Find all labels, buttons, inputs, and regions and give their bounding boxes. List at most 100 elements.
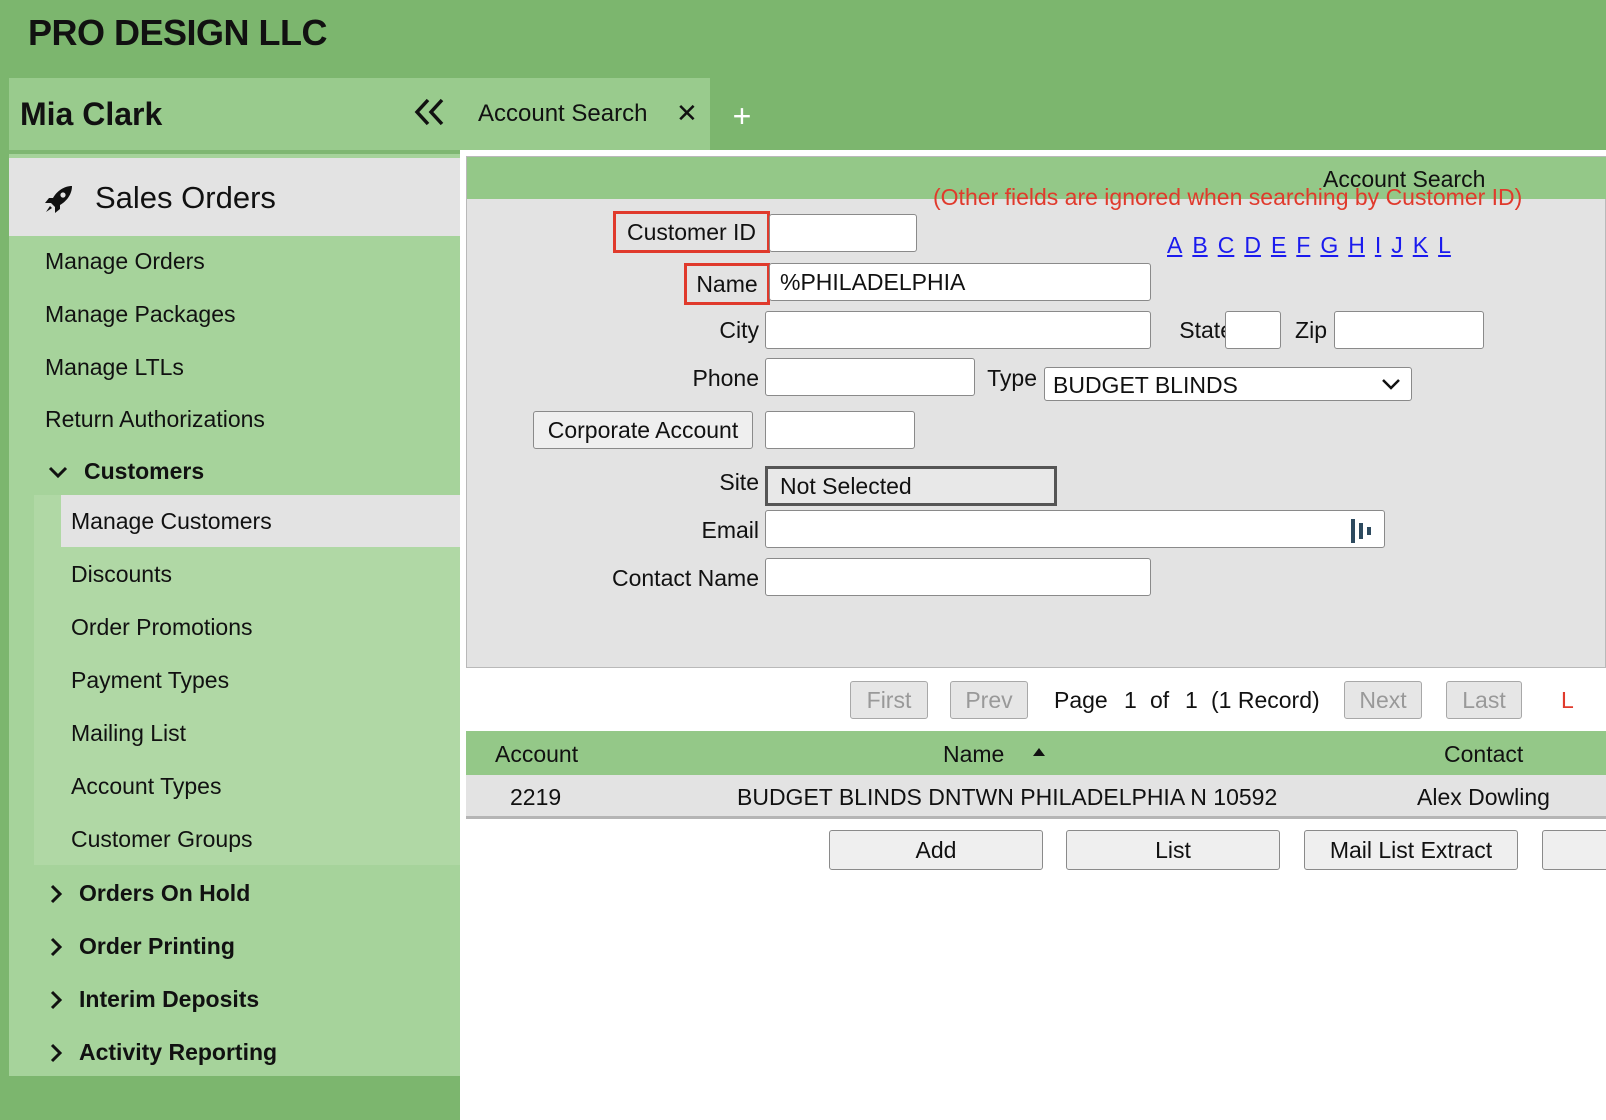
type-select[interactable]: BUDGET BLINDS (1044, 367, 1412, 401)
sidebar-item-label: Mailing List (71, 720, 187, 746)
add-tab-button[interactable]: + (724, 98, 760, 134)
zip-label: Zip (1295, 317, 1327, 343)
letter-link-a[interactable]: A (1167, 232, 1182, 258)
sidebar-item-label: Manage Packages (45, 301, 236, 327)
section-label: Sales Orders (95, 180, 276, 215)
sidebar-item-label: Manage Customers (71, 508, 272, 534)
sidebar-group-label: Activity Reporting (79, 1039, 278, 1065)
corporate-account-input[interactable] (765, 411, 915, 449)
tab-strip: Account Search ✕ + (460, 78, 1606, 150)
pager-record-count: (1 Record) (1211, 687, 1320, 713)
letter-link-b[interactable]: B (1192, 232, 1207, 258)
sidebar-item-return-authorizations[interactable]: Return Authorizations (9, 394, 460, 446)
list-button[interactable]: List (1066, 830, 1280, 870)
contact-name-input[interactable] (765, 558, 1151, 596)
account-search-panel: Account Search Customer ID (Other fields… (466, 156, 1606, 668)
state-input[interactable] (1225, 311, 1281, 349)
table-row[interactable]: 2219 BUDGET BLINDS DNTWN PHILADELPHIA N … (466, 775, 1606, 819)
sidebar: Mia Clark Sales Orders Manage Orders Man… (9, 78, 460, 1120)
sidebar-group-order-printing[interactable]: Order Printing (9, 921, 460, 973)
site-select[interactable]: Not Selected (765, 466, 1057, 506)
alphabet-filter: ABCDEFGHIJKL (1167, 232, 1461, 259)
letter-link-c[interactable]: C (1218, 232, 1235, 258)
letter-link-h[interactable]: H (1348, 232, 1365, 258)
pager-truncated-text: L (1561, 687, 1574, 713)
cell-name: BUDGET BLINDS DNTWN PHILADELPHIA N 10592 (737, 784, 1278, 810)
email-input[interactable] (765, 510, 1385, 548)
close-icon[interactable]: ✕ (676, 98, 698, 129)
city-input[interactable] (765, 311, 1151, 349)
sidebar-item-order-promotions[interactable]: Order Promotions (61, 601, 460, 653)
user-name: Mia Clark (20, 96, 163, 132)
phone-input[interactable] (765, 358, 975, 396)
chevron-down-icon (1382, 379, 1400, 390)
sidebar-user-header: Mia Clark (9, 78, 460, 154)
pager-of-label: of (1150, 687, 1170, 713)
first-page-button[interactable]: First (850, 681, 928, 719)
sidebar-item-label: Account Types (71, 773, 222, 799)
chevron-right-icon (50, 1043, 63, 1063)
name-label: Name (684, 263, 770, 305)
sidebar-group-interim-deposits[interactable]: Interim Deposits (9, 974, 460, 1026)
contact-name-label: Contact Name (611, 565, 759, 591)
collapse-sidebar-icon[interactable] (412, 94, 448, 130)
site-label: Site (719, 469, 759, 495)
column-header-contact[interactable]: Contact (1444, 741, 1523, 768)
password-manager-icon[interactable] (1348, 517, 1374, 545)
sidebar-group-customers[interactable]: Customers (9, 446, 460, 498)
next-page-button[interactable]: Next (1344, 681, 1422, 719)
mail-list-extract-button[interactable]: Mail List Extract (1304, 830, 1518, 870)
sidebar-item-label: Customer Groups (71, 826, 253, 852)
letter-link-g[interactable]: G (1320, 232, 1338, 258)
sidebar-item-label: Discounts (71, 561, 172, 587)
chevron-right-icon (50, 884, 63, 904)
phone-label: Phone (692, 365, 759, 391)
letter-link-e[interactable]: E (1271, 232, 1286, 258)
app-title: PRO DESIGN LLC (28, 12, 328, 53)
main-content: Account Search Customer ID (Other fields… (460, 150, 1606, 1120)
sidebar-item-manage-orders[interactable]: Manage Orders (9, 236, 460, 288)
tab-account-search[interactable]: Account Search ✕ (460, 78, 710, 150)
corporate-account-button[interactable]: Corporate Account (533, 411, 753, 449)
sidebar-item-manage-ltls[interactable]: Manage LTLs (9, 342, 460, 394)
sort-ascending-icon (1033, 748, 1045, 756)
letter-link-d[interactable]: D (1244, 232, 1261, 258)
rocket-icon (45, 186, 72, 213)
sidebar-group-activity-reporting[interactable]: Activity Reporting (9, 1027, 460, 1079)
column-header-name[interactable]: Name (943, 741, 1004, 768)
customers-submenu: Manage Customers Discounts Order Promoti… (34, 495, 460, 865)
city-label: City (719, 317, 759, 343)
column-header-account[interactable]: Account (495, 741, 578, 768)
last-page-button[interactable]: Last (1446, 681, 1522, 719)
letter-link-i[interactable]: I (1375, 232, 1381, 258)
customer-id-label: Customer ID (613, 211, 770, 253)
sidebar-item-mailing-list[interactable]: Mailing List (61, 707, 460, 759)
sidebar-item-account-types[interactable]: Account Types (61, 760, 460, 812)
letter-link-l[interactable]: L (1438, 232, 1451, 258)
section-sales-orders[interactable]: Sales Orders (9, 158, 460, 236)
customer-id-note: (Other fields are ignored when searching… (933, 184, 1523, 210)
chevron-right-icon (50, 937, 63, 957)
sidebar-item-manage-packages[interactable]: Manage Packages (9, 289, 460, 341)
app-header: PRO DESIGN LLC (0, 0, 1606, 78)
results-table-header: Account Name Contact (466, 731, 1606, 775)
sidebar-item-manage-customers[interactable]: Manage Customers (61, 495, 460, 547)
letter-link-k[interactable]: K (1413, 232, 1428, 258)
more-action-button[interactable] (1542, 830, 1606, 870)
add-button[interactable]: Add (829, 830, 1043, 870)
customer-id-input[interactable] (769, 214, 917, 252)
sidebar-item-payment-types[interactable]: Payment Types (61, 654, 460, 706)
prev-page-button[interactable]: Prev (950, 681, 1028, 719)
sidebar-item-discounts[interactable]: Discounts (61, 548, 460, 600)
zip-input[interactable] (1334, 311, 1484, 349)
tab-label: Account Search (478, 100, 648, 127)
sidebar-group-orders-on-hold[interactable]: Orders On Hold (9, 868, 460, 920)
sidebar-group-label: Customers (84, 458, 205, 484)
sidebar-group-label: Orders On Hold (79, 880, 251, 906)
name-input[interactable] (769, 263, 1151, 301)
sidebar-item-customer-groups[interactable]: Customer Groups (61, 813, 460, 865)
letter-link-f[interactable]: F (1296, 232, 1310, 258)
cell-contact: Alex Dowling (1417, 784, 1550, 810)
pager-total-pages: 1 (1185, 687, 1198, 713)
letter-link-j[interactable]: J (1391, 232, 1403, 258)
